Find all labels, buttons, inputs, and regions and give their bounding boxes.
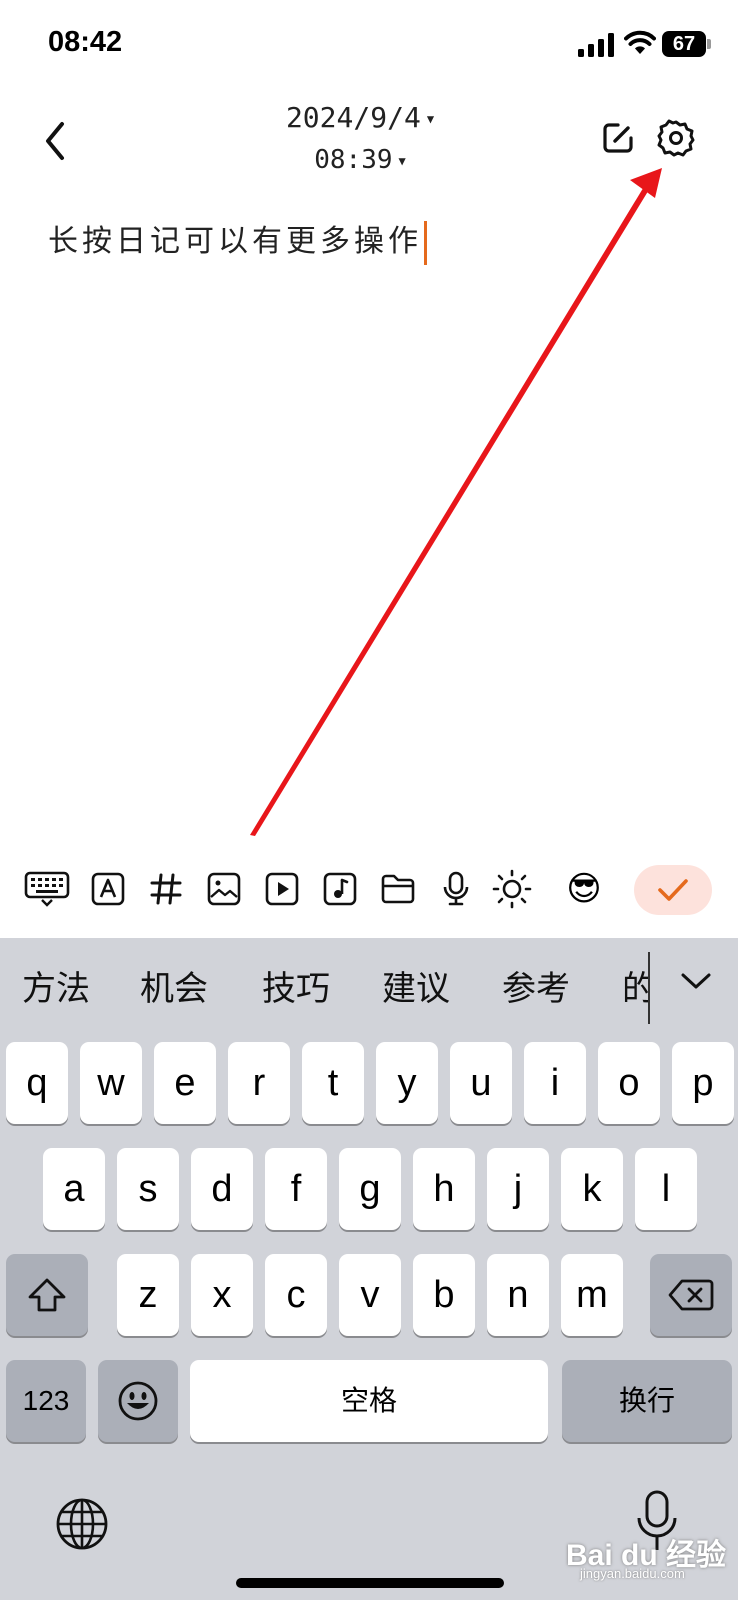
- diary-text: 长按日记可以有更多操作: [48, 224, 422, 259]
- signal-icon: [578, 33, 614, 57]
- key-p[interactable]: p: [672, 1042, 734, 1124]
- key-k[interactable]: k: [561, 1148, 623, 1230]
- emoji-key[interactable]: [98, 1360, 178, 1442]
- check-icon: [658, 879, 688, 901]
- font-icon[interactable]: [86, 867, 130, 911]
- music-icon[interactable]: [318, 867, 362, 911]
- battery-icon: 67: [662, 31, 711, 57]
- return-key[interactable]: 换行: [562, 1360, 732, 1442]
- key-a[interactable]: a: [43, 1148, 105, 1230]
- date-dropdown-icon: ▼: [426, 112, 435, 126]
- numbers-key[interactable]: 123: [6, 1360, 86, 1442]
- key-m[interactable]: m: [561, 1254, 623, 1336]
- space-key-label: 空格: [340, 1384, 397, 1417]
- keyboard: 方法 机会 技巧 建议 参考 的 q w e r t y u i o p a s…: [0, 938, 738, 1600]
- key-v[interactable]: v: [339, 1254, 401, 1336]
- key-t[interactable]: t: [302, 1042, 364, 1124]
- candidate-2[interactable]: 机会: [140, 966, 208, 1012]
- key-s[interactable]: s: [117, 1148, 179, 1230]
- folder-icon[interactable]: [376, 867, 420, 911]
- key-e[interactable]: e: [154, 1042, 216, 1124]
- key-x[interactable]: x: [191, 1254, 253, 1336]
- back-icon[interactable]: [36, 116, 76, 166]
- status-time: 08:42: [48, 26, 123, 58]
- candidate-1[interactable]: 方法: [22, 966, 90, 1012]
- keyboard-icon[interactable]: [24, 867, 70, 911]
- screen: 08:42 67 2024/9/4 ▼ 08:39 ▼ 长按日记可以有更多操作 …: [0, 0, 738, 1600]
- battery-cap: [707, 39, 711, 49]
- key-n[interactable]: n: [487, 1254, 549, 1336]
- globe-icon[interactable]: [54, 1496, 110, 1552]
- key-z[interactable]: z: [117, 1254, 179, 1336]
- video-icon[interactable]: [260, 867, 304, 911]
- brightness-icon[interactable]: [490, 867, 534, 911]
- image-icon[interactable]: [202, 867, 246, 911]
- date-time-picker: 2024/9/4 ▼ 08:39 ▼: [260, 98, 460, 182]
- key-r[interactable]: r: [228, 1042, 290, 1124]
- key-b[interactable]: b: [413, 1254, 475, 1336]
- sunglasses-emoji[interactable]: 😎: [562, 867, 606, 911]
- numbers-key-label: 123: [22, 1385, 70, 1416]
- return-key-label: 换行: [618, 1384, 675, 1417]
- candidate-4[interactable]: 建议: [382, 966, 450, 1012]
- candidate-3[interactable]: 技巧: [262, 966, 330, 1012]
- backspace-icon: [668, 1279, 714, 1311]
- key-c[interactable]: c: [265, 1254, 327, 1336]
- wifi-icon: [624, 30, 656, 54]
- gear-icon[interactable]: [656, 118, 696, 158]
- confirm-button[interactable]: [634, 865, 712, 915]
- editor-toolbar: 😎: [0, 855, 738, 925]
- date-selector[interactable]: 2024/9/4 ▼: [260, 98, 460, 140]
- hashtag-icon[interactable]: [144, 867, 188, 911]
- key-h[interactable]: h: [413, 1148, 475, 1230]
- key-o[interactable]: o: [598, 1042, 660, 1124]
- key-i[interactable]: i: [524, 1042, 586, 1124]
- key-d[interactable]: d: [191, 1148, 253, 1230]
- time-selector[interactable]: 08:39 ▼: [260, 140, 460, 182]
- battery-level: 67: [662, 31, 706, 57]
- key-q[interactable]: q: [6, 1042, 68, 1124]
- home-indicator[interactable]: [236, 1578, 504, 1588]
- mic-icon[interactable]: [434, 867, 478, 911]
- key-u[interactable]: u: [450, 1042, 512, 1124]
- text-cursor: [424, 220, 427, 265]
- smiley-icon: [118, 1381, 158, 1421]
- date-text: 2024/9/4: [285, 101, 421, 134]
- key-y[interactable]: y: [376, 1042, 438, 1124]
- edit-icon[interactable]: [600, 120, 636, 156]
- candidate-5[interactable]: 参考: [502, 966, 570, 1012]
- candidate-divider: [648, 952, 650, 1024]
- candidate-6[interactable]: 的: [622, 966, 648, 1012]
- time-dropdown-icon: ▼: [398, 153, 406, 168]
- watermark: Bai du 经验 jingyan.baidu.com: [566, 1530, 726, 1581]
- time-text: 08:39: [314, 145, 393, 175]
- shift-key[interactable]: [6, 1254, 88, 1336]
- delete-key[interactable]: [650, 1254, 732, 1336]
- shift-icon: [28, 1278, 66, 1312]
- watermark-sub: jingyan.baidu.com: [580, 1566, 685, 1581]
- key-f[interactable]: f: [265, 1148, 327, 1230]
- key-l[interactable]: l: [635, 1148, 697, 1230]
- key-w[interactable]: w: [80, 1042, 142, 1124]
- space-key[interactable]: 空格: [190, 1360, 548, 1442]
- status-bar: 08:42 67: [0, 0, 738, 90]
- chevron-down-icon[interactable]: [676, 962, 716, 1002]
- candidate-bar: 方法 机会 技巧 建议 参考 的: [0, 938, 738, 1038]
- key-g[interactable]: g: [339, 1148, 401, 1230]
- diary-editor[interactable]: 长按日记可以有更多操作: [48, 218, 688, 278]
- key-j[interactable]: j: [487, 1148, 549, 1230]
